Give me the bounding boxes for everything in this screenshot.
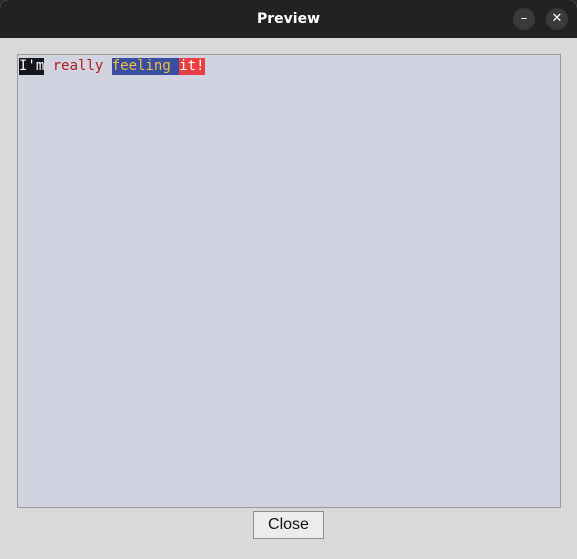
- close-window-button[interactable]: ✕: [546, 8, 568, 30]
- preview-text-segment: it!: [179, 58, 205, 75]
- preview-text-segment: I'm: [19, 58, 45, 75]
- close-button[interactable]: Close: [253, 511, 324, 539]
- title-bar[interactable]: Preview – ✕: [0, 0, 577, 38]
- preview-window: Preview – ✕ I'm really feeling it! Close: [0, 0, 577, 559]
- minimize-button[interactable]: –: [513, 8, 535, 30]
- preview-text-segment: feeling: [111, 58, 171, 75]
- close-icon: ✕: [551, 11, 563, 26]
- preview-canvas: I'm really feeling it!: [17, 54, 561, 508]
- preview-text-segment: really: [52, 58, 104, 74]
- preview-text-segment: [44, 58, 52, 75]
- preview-text-line: I'm really feeling it!: [19, 58, 205, 75]
- window-title: Preview: [256, 11, 320, 27]
- preview-text-segment: [170, 58, 180, 75]
- minimize-icon: –: [520, 11, 528, 26]
- preview-text-segment: [103, 58, 111, 75]
